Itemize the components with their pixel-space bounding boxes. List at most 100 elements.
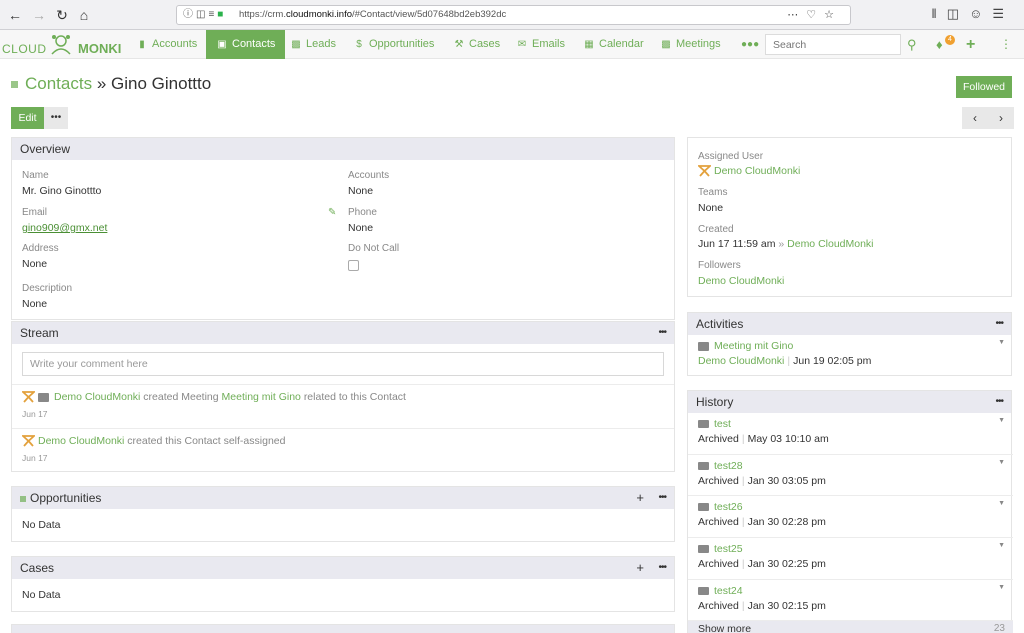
forward-icon[interactable]: → bbox=[30, 6, 48, 24]
briefcase-icon: ▩ bbox=[661, 39, 671, 50]
plus-icon[interactable]: + bbox=[966, 30, 975, 59]
nav-contacts[interactable]: ▣ Contacts bbox=[206, 30, 286, 59]
sidebar-icon[interactable]: ◫ bbox=[947, 6, 969, 21]
history-total: 23 bbox=[993, 623, 1005, 633]
cases-menu-icon[interactable]: ••• bbox=[658, 557, 666, 579]
more-actions-button[interactable]: ••• bbox=[44, 107, 68, 129]
history-item: test25 Archived | Jan 30 02:25 pm ▼ bbox=[688, 537, 1013, 579]
created-by-link[interactable]: Demo CloudMonki bbox=[787, 238, 873, 250]
name-value: Mr. Gino Ginottto bbox=[22, 185, 102, 197]
history-item: test26 Archived | Jan 30 02:28 pm ▼ bbox=[688, 495, 1013, 537]
nav-leads[interactable]: ▩ Leads bbox=[290, 30, 336, 59]
bookmark-star-icon[interactable]: ☆ bbox=[824, 9, 842, 21]
browser-toolbar: ← → ↻ ⌂ ⓘ◫≡■ https://crm.cloudmonki.info… bbox=[0, 0, 1024, 30]
envelope-icon bbox=[698, 462, 709, 471]
back-icon[interactable]: ← bbox=[6, 6, 24, 24]
history-item: test28 Archived | Jan 30 03:05 pm ▼ bbox=[688, 454, 1013, 495]
calendar-icon: ▦ bbox=[584, 39, 594, 50]
pocket-icon[interactable]: ♡ bbox=[806, 9, 824, 21]
next-record-button[interactable]: › bbox=[988, 107, 1014, 129]
envelope-icon bbox=[698, 545, 709, 554]
next-panel-stub bbox=[11, 624, 675, 633]
kebab-menu-icon[interactable]: ⋮ bbox=[1000, 30, 1012, 59]
notification-badge: 4 bbox=[945, 35, 955, 45]
shield-icon[interactable]: ◫ bbox=[196, 9, 208, 20]
address-value: None bbox=[22, 258, 48, 270]
breadcrumb-contacts[interactable]: Contacts bbox=[25, 74, 92, 93]
dollar-icon: $ bbox=[356, 39, 362, 50]
history-item: test Archived | May 03 10:10 am ▼ bbox=[698, 417, 1005, 445]
caret-down-icon[interactable]: ▼ bbox=[998, 339, 1005, 346]
title-square-icon bbox=[11, 81, 18, 89]
url-text: https://crm.cloudmonki.info/#Contact/vie… bbox=[239, 9, 507, 20]
record-name: Gino Ginottto bbox=[111, 74, 212, 93]
follower-link[interactable]: Demo CloudMonki bbox=[698, 275, 784, 287]
page-actions-icon[interactable]: ⋯ bbox=[787, 9, 806, 21]
nav-accounts[interactable]: ▮ Accounts bbox=[136, 30, 197, 59]
followed-button[interactable]: Followed bbox=[956, 76, 1012, 98]
bell-icon[interactable]: ♦ bbox=[936, 30, 943, 59]
stream-menu-icon[interactable]: ••• bbox=[658, 322, 666, 344]
info-icon[interactable]: ⓘ bbox=[183, 9, 196, 20]
library-icon[interactable]: ‖ bbox=[931, 6, 946, 21]
add-case-icon[interactable]: + bbox=[636, 557, 644, 579]
nav-meetings[interactable]: ▩ Meetings bbox=[660, 30, 720, 59]
previous-record-button[interactable]: ‹ bbox=[962, 107, 988, 129]
history-menu-icon[interactable]: ••• bbox=[995, 391, 1003, 413]
home-icon[interactable]: ⌂ bbox=[75, 6, 93, 24]
page-title: Contacts » Gino Ginottto bbox=[11, 74, 211, 94]
accounts-value: None bbox=[348, 185, 374, 197]
activity-item: Meeting mit Gino Demo CloudMonki | Jun 19 … bbox=[698, 339, 1005, 367]
id-card-icon: ▩ bbox=[291, 39, 301, 50]
menu-icon[interactable]: ☰ bbox=[992, 6, 1014, 21]
cases-panel: Cases + ••• No Data bbox=[11, 556, 675, 612]
search-icon[interactable]: ⚲ bbox=[907, 30, 917, 59]
lock-icon[interactable]: ■ bbox=[217, 9, 226, 20]
logo[interactable]: CLOUD MONKI bbox=[2, 32, 122, 58]
url-bar[interactable]: ⓘ◫≡■ https://crm.cloudmonki.info/#Contac… bbox=[176, 5, 851, 25]
activities-menu-icon[interactable]: ••• bbox=[995, 313, 1003, 335]
do-not-call-checkbox[interactable] bbox=[348, 260, 359, 271]
activities-header: Activities ••• bbox=[688, 313, 1011, 335]
stream-entry: Demo CloudMonki created Meeting Meeting … bbox=[12, 384, 674, 428]
phone-value: None bbox=[348, 222, 374, 234]
user-avatar-icon bbox=[22, 435, 35, 447]
nav-emails[interactable]: ✉ Emails bbox=[516, 30, 565, 59]
overview-header: Overview bbox=[12, 138, 674, 160]
history-panel: History ••• test Archived | May 03 10:10 am… bbox=[687, 390, 1013, 633]
caret-down-icon[interactable]: ▼ bbox=[998, 542, 1005, 549]
comment-input[interactable]: Write your comment here bbox=[22, 352, 664, 376]
account-icon[interactable]: ☺ bbox=[969, 6, 992, 21]
email-link[interactable]: gino909@gmx.net bbox=[22, 222, 107, 234]
assigned-user-link[interactable]: Demo CloudMonki bbox=[698, 165, 800, 177]
key-icon: ≡ bbox=[208, 9, 218, 20]
opportunities-panel: Opportunities + ••• No Data bbox=[11, 486, 675, 542]
description-value: None bbox=[22, 298, 48, 310]
nav-more-icon[interactable]: ●●● bbox=[741, 30, 759, 59]
envelope-icon bbox=[698, 587, 709, 596]
global-search-input[interactable] bbox=[765, 34, 901, 55]
add-opportunity-icon[interactable]: + bbox=[636, 487, 644, 509]
caret-down-icon[interactable]: ▼ bbox=[998, 417, 1005, 424]
nav-cases[interactable]: ⚒ Cases bbox=[453, 30, 501, 59]
stream-header: Stream ••• bbox=[12, 322, 674, 344]
overview-panel: Overview Name Mr. Gino Ginottto Accounts… bbox=[11, 137, 675, 320]
stream-panel: Stream ••• Write your comment here Demo C… bbox=[11, 321, 675, 472]
history-header: History ••• bbox=[688, 391, 1011, 413]
history-item: test24 Archived | Jan 30 02:15 pm ▼ bbox=[688, 579, 1013, 620]
edit-button[interactable]: Edit bbox=[11, 107, 44, 129]
stream-entry: Demo CloudMonki created this Contact sel… bbox=[12, 428, 674, 472]
briefcase-icon bbox=[698, 341, 709, 351]
pencil-icon[interactable]: ✎ bbox=[328, 207, 336, 218]
square-icon bbox=[20, 495, 26, 502]
caret-down-icon[interactable]: ▼ bbox=[998, 459, 1005, 466]
reload-icon[interactable]: ↻ bbox=[53, 6, 71, 24]
nav-calendar[interactable]: ▦ Calendar bbox=[583, 30, 643, 59]
opportunities-menu-icon[interactable]: ••• bbox=[658, 487, 666, 509]
book-icon: ▮ bbox=[139, 39, 145, 50]
nav-opportunities[interactable]: $ Opportunities bbox=[353, 30, 434, 59]
cases-header: Cases + ••• bbox=[12, 557, 674, 579]
caret-down-icon[interactable]: ▼ bbox=[998, 500, 1005, 507]
show-more-row[interactable]: Show more 23 bbox=[688, 620, 1013, 633]
caret-down-icon[interactable]: ▼ bbox=[998, 584, 1005, 591]
